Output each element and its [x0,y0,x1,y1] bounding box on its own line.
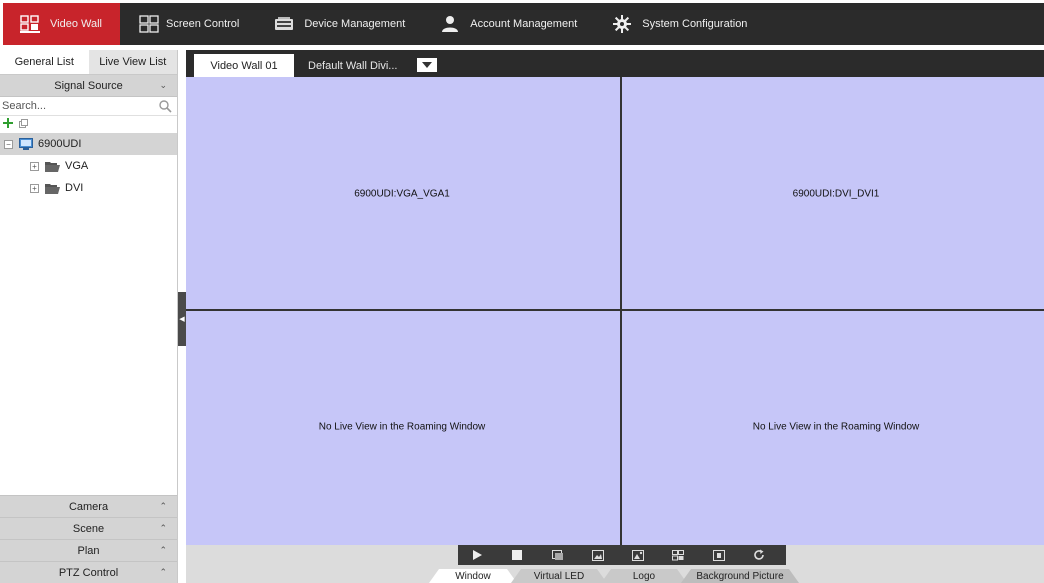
tree-folder-vga[interactable]: + VGA [0,155,177,177]
dropdown-arrow-icon [422,62,433,68]
chevron-up-icon: ⌃ [159,501,167,511]
chevron-up-icon: ⌃ [159,567,167,577]
tab-virtual-led[interactable]: Virtual LED [511,569,607,583]
wall-dropdown-button[interactable] [417,58,438,72]
bottom-toolbar: Window Virtual LED Logo Background Pictu… [186,545,1044,583]
tab-general-list[interactable]: General List [0,50,89,74]
add-icon[interactable] [3,118,13,131]
tree-device-6900udi[interactable]: − 6900UDI [0,133,177,155]
bottom-accordion: Camera ⌃ Scene ⌃ Plan ⌃ PTZ Control ⌃ [0,495,177,583]
folder-icon [45,183,60,194]
wall-tabs: Video Wall 01 Default Wall Divi... [186,50,1044,77]
grid-divider-vertical [620,77,622,545]
tree-device-label: 6900UDI [38,138,82,150]
tab-window[interactable]: Window [429,569,517,583]
tree-folder-label: DVI [65,182,84,194]
wall-controls [458,545,786,565]
nav-video-wall[interactable]: Video Wall [3,3,120,45]
tab-default-wall-division[interactable]: Default Wall Divi... [294,54,411,77]
wall-cell-label: 6900UDI:VGA_VGA1 [354,188,450,200]
camera-section-header[interactable]: Camera ⌃ [0,495,177,517]
refresh-icon[interactable] [746,545,772,565]
chevron-left-icon: ◀ [179,316,185,323]
screen-control-icon [138,13,160,35]
wall-cell-label: No Live View in the Roaming Window [752,421,920,433]
search-input[interactable] [0,97,150,115]
ptz-control-section-header[interactable]: PTZ Control ⌃ [0,561,177,583]
nav-device-management[interactable]: Device Management [261,3,427,45]
section-label: PTZ Control [58,566,119,579]
nav-strip: Video Wall Screen Control Device Managem… [3,3,1044,45]
tab-video-wall-01[interactable]: Video Wall 01 [194,54,294,77]
expand-icon[interactable]: + [30,161,39,171]
video-wall-icon [19,13,41,35]
video-wall-grid[interactable]: 6900UDI:VGA_VGA1 6900UDI:DVI_DVI1 No Liv… [186,77,1044,545]
copy-icon[interactable] [19,118,28,131]
capture-icon[interactable] [545,545,571,565]
stop-icon[interactable] [504,545,530,565]
nav-system-configuration[interactable]: System Configuration [599,3,765,45]
chevron-up-icon: ⌃ [159,545,167,555]
section-label: Plan [77,544,100,557]
nav-label: Video Wall [50,18,102,30]
nav-label: System Configuration [642,18,748,30]
panel-collapse-handle[interactable]: ◀ [178,292,186,346]
account-icon [439,13,461,35]
nav-account-management[interactable]: Account Management [427,3,599,45]
fullscreen-icon[interactable] [706,545,732,565]
left-panel: General List Live View List Signal Sourc… [0,50,178,583]
section-label: Scene [72,522,105,535]
tab-background-picture[interactable]: Background Picture [681,569,799,583]
wall-cell-label: No Live View in the Roaming Window [318,421,486,433]
collapse-icon[interactable]: − [4,139,13,149]
tab-logo[interactable]: Logo [601,569,687,583]
tab-live-view-list[interactable]: Live View List [89,50,178,74]
chevron-up-icon: ⌃ [159,523,167,533]
signal-source-label: Signal Source [54,79,123,92]
scene-section-header[interactable]: Scene ⌃ [0,517,177,539]
nav-label: Account Management [470,18,578,30]
search-row [0,97,177,116]
plan-section-header[interactable]: Plan ⌃ [0,539,177,561]
gear-icon [611,13,633,35]
device-management-icon [273,13,295,35]
left-panel-tabs: General List Live View List [0,50,177,75]
signal-source-header[interactable]: Signal Source ⌄ [0,75,177,97]
nav-label: Screen Control [165,18,240,30]
nav-screen-control[interactable]: Screen Control [120,3,261,45]
nav-label: Device Management [304,18,406,30]
grid-divider-horizontal [186,309,1044,311]
image-icon[interactable] [585,545,611,565]
tree-folder-dvi[interactable]: + DVI [0,177,177,199]
play-icon[interactable] [464,545,490,565]
layout-icon[interactable] [665,545,691,565]
tree-toolbar [0,116,177,133]
bottom-tabs: Window Virtual LED Logo Background Pictu… [429,569,799,583]
folder-icon [45,161,60,172]
tree-folder-label: VGA [65,160,89,172]
section-label: Camera [68,500,109,513]
wall-cell-label: 6900UDI:DVI_DVI1 [792,188,880,200]
chevron-down-icon: ⌄ [159,80,167,90]
monitor-icon [19,138,33,150]
top-navigation: Video Wall Screen Control Device Managem… [0,0,1044,50]
expand-icon[interactable]: + [30,183,39,193]
search-icon[interactable] [158,99,172,113]
picture-icon[interactable] [625,545,651,565]
